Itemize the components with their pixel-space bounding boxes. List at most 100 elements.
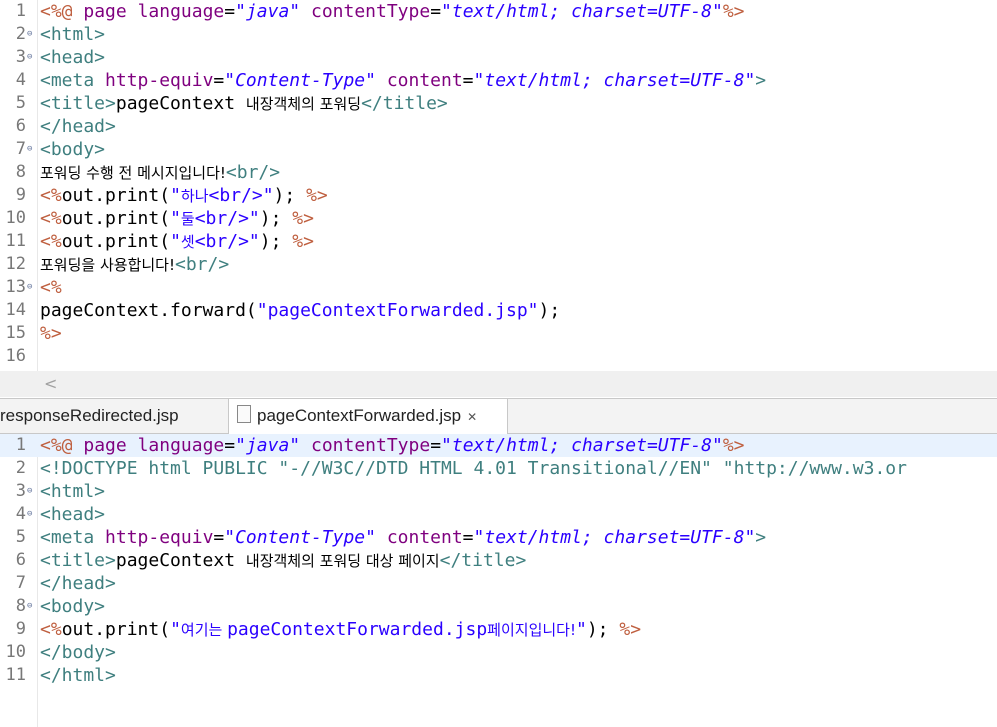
line-number: 6	[15, 116, 26, 136]
fold-toggle-icon[interactable]: ⊖	[27, 283, 36, 292]
code-text[interactable]: <%@ page language="java" contentType="te…	[40, 0, 745, 23]
code-text[interactable]: </html>	[40, 664, 116, 687]
line-number: 4	[15, 504, 26, 524]
code-text[interactable]: <title>pageContext 내장객체의 포워딩 대상 페이지</tit…	[40, 549, 526, 573]
fold-toggle-icon[interactable]: ⊖	[27, 30, 36, 39]
line-number: 4	[15, 70, 26, 90]
line-number: 1	[15, 1, 26, 21]
fold-toggle-icon[interactable]: ⊖	[27, 602, 36, 611]
code-text[interactable]: <meta http-equiv="Content-Type" content=…	[40, 69, 766, 92]
horizontal-scrollbar[interactable]: <	[0, 371, 997, 397]
code-line[interactable]: 1 <%@ page language="java" contentType="t…	[0, 434, 997, 457]
editor-bottom[interactable]: 1 <%@ page language="java" contentType="t…	[0, 434, 997, 727]
line-number: 16	[5, 346, 26, 366]
close-icon[interactable]: ✕	[467, 410, 477, 424]
code-line[interactable]: 14 pageContext.forward("pageContextForwar…	[0, 299, 997, 322]
line-number: 7	[15, 573, 26, 593]
line-number: 8	[15, 162, 26, 182]
tab-response-redirected[interactable]: responseRedirected.jsp	[0, 399, 226, 433]
code-text[interactable]: <%	[40, 276, 62, 299]
tab-label: responseRedirected.jsp	[0, 406, 179, 425]
code-line[interactable]: 10 <%out.print("둘<br/>"); %>	[0, 207, 997, 230]
code-lines[interactable]: 1 <%@ page language="java" contentType="t…	[0, 434, 997, 687]
code-text[interactable]: <title>pageContext 내장객체의 포워딩</title>	[40, 92, 448, 116]
line-number: 12	[5, 254, 26, 274]
code-line[interactable]: 4 ⊖ <head>	[0, 503, 997, 526]
editor-top[interactable]: 1 <%@ page language="java" contentType="t…	[0, 0, 997, 371]
code-line[interactable]: 3 ⊖ <head>	[0, 46, 997, 69]
code-line[interactable]: 10 </body>	[0, 641, 997, 664]
code-line[interactable]: 11 </html>	[0, 664, 997, 687]
line-number: 2	[15, 24, 26, 44]
code-text[interactable]: <html>	[40, 23, 105, 46]
line-number: 5	[15, 527, 26, 547]
code-text[interactable]: 포워딩을 사용합니다!<br/>	[40, 253, 229, 277]
code-text[interactable]: <body>	[40, 595, 105, 618]
code-lines[interactable]: 1 <%@ page language="java" contentType="t…	[0, 0, 997, 368]
line-number: 10	[5, 642, 26, 662]
code-text[interactable]: <%out.print("하나<br/>"); %>	[40, 184, 328, 208]
line-number: 14	[5, 300, 26, 320]
code-line[interactable]: 5 <title>pageContext 내장객체의 포워딩</title>	[0, 92, 997, 115]
code-text[interactable]: <%out.print("셋<br/>"); %>	[40, 230, 314, 254]
line-number: 11	[5, 665, 26, 685]
code-text[interactable]: <html>	[40, 480, 105, 503]
code-line[interactable]: 1 <%@ page language="java" contentType="t…	[0, 0, 997, 23]
fold-toggle-icon[interactable]: ⊖	[27, 53, 36, 62]
jsp-file-icon	[237, 405, 251, 423]
code-line[interactable]: 16	[0, 345, 997, 368]
code-line[interactable]: 2 ⊖ <html>	[0, 23, 997, 46]
fold-toggle-icon[interactable]: ⊖	[27, 487, 36, 496]
line-number: 1	[15, 435, 26, 455]
code-line[interactable]: 11 <%out.print("셋<br/>"); %>	[0, 230, 997, 253]
line-number: 15	[5, 323, 26, 343]
line-number: 5	[15, 93, 26, 113]
scroll-left-icon[interactable]: <	[44, 374, 57, 393]
code-text[interactable]: <head>	[40, 46, 105, 69]
code-line[interactable]: 5 <meta http-equiv="Content-Type" content…	[0, 526, 997, 549]
line-number: 3	[15, 47, 26, 67]
line-number: 8	[15, 596, 26, 616]
code-text[interactable]: 포워딩 수행 전 메시지입니다!<br/>	[40, 161, 280, 185]
code-line[interactable]: 9 <%out.print("하나<br/>"); %>	[0, 184, 997, 207]
code-line[interactable]: 15 %>	[0, 322, 997, 345]
code-text[interactable]: <meta http-equiv="Content-Type" content=…	[40, 526, 766, 549]
code-text[interactable]: <%out.print("둘<br/>"); %>	[40, 207, 314, 231]
code-line[interactable]: 4 <meta http-equiv="Content-Type" content…	[0, 69, 997, 92]
code-line[interactable]: 8 포워딩 수행 전 메시지입니다!<br/>	[0, 161, 997, 184]
line-number: 6	[15, 550, 26, 570]
code-line[interactable]: 2 <!DOCTYPE html PUBLIC "-//W3C//DTD HTML…	[0, 457, 997, 480]
code-line[interactable]: 7 ⊖ <body>	[0, 138, 997, 161]
line-number: 10	[5, 208, 26, 228]
editor-tab-bar: responseRedirected.jsp pageContextForwar…	[0, 398, 997, 434]
code-text[interactable]: <body>	[40, 138, 105, 161]
code-line[interactable]: 6 <title>pageContext 내장객체의 포워딩 대상 페이지</ti…	[0, 549, 997, 572]
code-line[interactable]: 12 포워딩을 사용합니다!<br/>	[0, 253, 997, 276]
code-line[interactable]: 6 </head>	[0, 115, 997, 138]
code-line[interactable]: 7 </head>	[0, 572, 997, 595]
line-number: 7	[15, 139, 26, 159]
code-text[interactable]: </body>	[40, 641, 116, 664]
line-number: 9	[15, 619, 26, 639]
code-text[interactable]: <head>	[40, 503, 105, 526]
tab-label: pageContextForwarded.jsp	[257, 406, 462, 425]
code-line[interactable]: 8 ⊖ <body>	[0, 595, 997, 618]
code-text[interactable]: pageContext.forward("pageContextForwarde…	[40, 299, 560, 322]
code-line[interactable]: 3 ⊖ <html>	[0, 480, 997, 503]
code-text[interactable]: <%out.print("여기는 pageContextForwarded.js…	[40, 618, 641, 642]
fold-toggle-icon[interactable]: ⊖	[27, 510, 36, 519]
code-text[interactable]: </head>	[40, 115, 116, 138]
line-number: 11	[5, 231, 26, 251]
code-text[interactable]: <%@ page language="java" contentType="te…	[40, 434, 745, 457]
tab-page-context-forwarded[interactable]: pageContextForwarded.jsp ✕	[228, 399, 508, 434]
code-line[interactable]: 13 ⊖ <%	[0, 276, 997, 299]
code-text[interactable]: </head>	[40, 572, 116, 595]
line-number: 9	[15, 185, 26, 205]
code-line[interactable]: 9 <%out.print("여기는 pageContextForwarded.j…	[0, 618, 997, 641]
line-number: 2	[15, 458, 26, 478]
fold-toggle-icon[interactable]: ⊖	[27, 145, 36, 154]
code-text[interactable]: <!DOCTYPE html PUBLIC "-//W3C//DTD HTML …	[40, 457, 907, 480]
code-text[interactable]: %>	[40, 322, 62, 345]
line-number: 3	[15, 481, 26, 501]
line-number: 13	[5, 277, 26, 297]
